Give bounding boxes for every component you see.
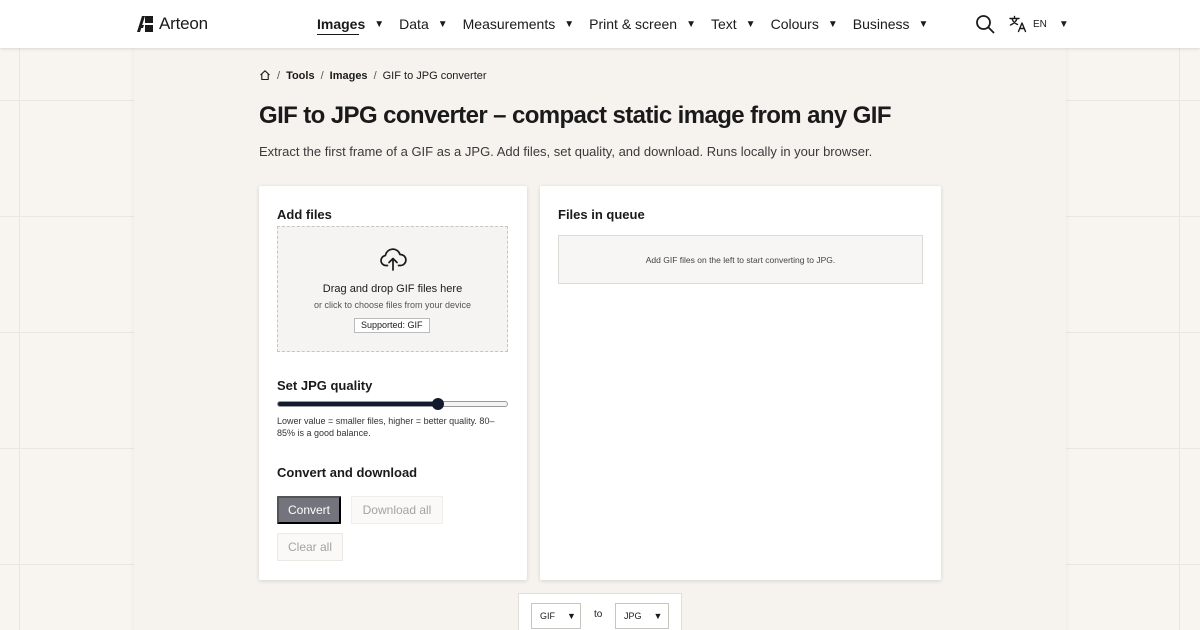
home-icon[interactable] xyxy=(259,69,271,81)
breadcrumb-separator: / xyxy=(277,70,281,82)
brand-logo[interactable]: Arteon xyxy=(137,14,208,34)
nav-label: Images xyxy=(317,16,366,32)
clear-all-button[interactable]: Clear all xyxy=(277,533,343,561)
language-selector[interactable]: EN ▼ xyxy=(1009,14,1069,34)
nav-label: Measurements xyxy=(462,16,556,32)
nav-label: Text xyxy=(710,16,737,32)
nav-item-images[interactable]: Images ▼ xyxy=(317,0,384,48)
nav-label: Data xyxy=(399,16,429,32)
nav-label: Colours xyxy=(770,16,819,32)
nav-item-business[interactable]: Business ▼ xyxy=(853,0,929,48)
format-switcher: GIF ▼ to JPG ▼ xyxy=(518,593,682,630)
breadcrumb-separator: / xyxy=(320,70,324,82)
target-format-select[interactable]: JPG ▼ xyxy=(615,603,669,629)
quality-slider-fill xyxy=(278,402,439,406)
dropzone-title: Drag and drop GIF files here xyxy=(322,283,463,295)
chevron-down-icon: ▼ xyxy=(745,18,756,30)
quality-hint: Lower value = smaller files, higher = be… xyxy=(277,416,495,438)
nav-item-text[interactable]: Text ▼ xyxy=(711,0,756,48)
format-connector: to xyxy=(594,609,603,620)
file-dropzone[interactable]: Drag and drop GIF files here or click to… xyxy=(277,226,508,352)
breadcrumb-current: GIF to JPG converter xyxy=(382,70,487,82)
translate-icon xyxy=(1009,15,1027,33)
search-icon[interactable] xyxy=(975,14,995,34)
convert-button[interactable]: Convert xyxy=(277,496,341,524)
chevron-down-icon: ▼ xyxy=(564,18,575,30)
convert-heading: Convert and download xyxy=(277,465,418,480)
nav-label: Business xyxy=(852,16,910,32)
chevron-down-icon: ▼ xyxy=(437,18,448,30)
queue-card: Files in queue Add GIF files on the left… xyxy=(540,186,941,580)
chevron-down-icon: ▼ xyxy=(918,18,929,30)
source-format-select[interactable]: GIF ▼ xyxy=(531,603,581,629)
quality-heading: Set JPG quality xyxy=(277,378,373,393)
breadcrumb-separator: / xyxy=(373,70,377,82)
dropzone-subtitle: or click to choose files from your devic… xyxy=(313,300,472,310)
supported-formats-badge: Supported: GIF xyxy=(354,318,430,333)
controls-card: Add files Drag and drop GIF files here o… xyxy=(259,186,527,580)
page-title: GIF to JPG converter – compact static im… xyxy=(259,102,892,129)
nav-item-data[interactable]: Data ▼ xyxy=(399,0,447,48)
quality-slider-thumb[interactable] xyxy=(432,398,445,410)
brand-name: Arteon xyxy=(159,14,208,33)
nav-item-colours[interactable]: Colours ▼ xyxy=(771,0,838,48)
chevron-down-icon: ▼ xyxy=(653,611,663,621)
chevron-down-icon: ▼ xyxy=(567,611,576,621)
language-code: EN xyxy=(1033,18,1047,30)
main-nav: Images ▼ Data ▼ Measurements ▼ Print & s… xyxy=(317,0,943,48)
chevron-down-icon: ▼ xyxy=(1058,18,1069,30)
add-files-heading: Add files xyxy=(277,207,332,222)
nav-item-measurements[interactable]: Measurements ▼ xyxy=(463,0,575,48)
page-subtitle: Extract the first frame of a GIF as a JP… xyxy=(259,144,873,159)
chevron-down-icon: ▼ xyxy=(827,18,838,30)
brand-mark-icon xyxy=(137,16,153,32)
nav-label: Print & screen xyxy=(589,16,678,32)
queue-empty-state: Add GIF files on the left to start conve… xyxy=(558,235,923,284)
site-header: Arteon Images ▼ Data ▼ Measurements ▼ Pr… xyxy=(0,0,1200,48)
quality-slider[interactable] xyxy=(277,398,508,410)
breadcrumb-tools[interactable]: Tools xyxy=(286,70,315,82)
download-all-button[interactable]: Download all xyxy=(351,496,443,524)
breadcrumb: / Tools / Images / GIF to JPG converter xyxy=(259,68,487,84)
target-format-value: JPG xyxy=(624,611,642,621)
source-format-value: GIF xyxy=(540,611,555,621)
chevron-down-icon: ▼ xyxy=(686,18,696,30)
nav-item-print-screen[interactable]: Print & screen ▼ xyxy=(589,0,696,48)
chevron-down-icon: ▼ xyxy=(374,18,385,30)
queue-heading: Files in queue xyxy=(558,207,645,222)
cloud-upload-icon xyxy=(380,248,407,271)
breadcrumb-images[interactable]: Images xyxy=(330,70,368,82)
